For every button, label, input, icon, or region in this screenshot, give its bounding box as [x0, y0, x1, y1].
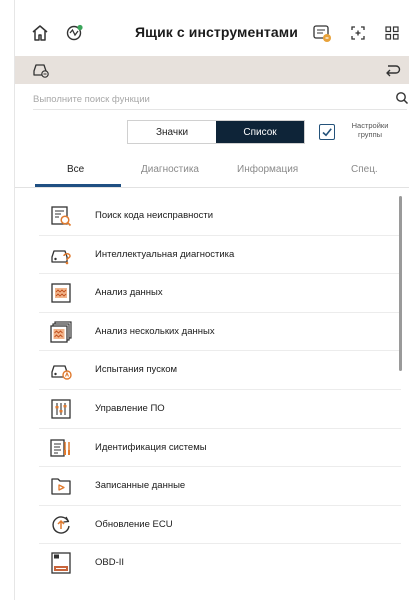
home-icon[interactable]	[29, 22, 51, 44]
group-settings-label: Настройки группы	[351, 121, 389, 139]
obd2-icon	[49, 551, 73, 575]
view-toggle: Значки Список	[127, 120, 305, 144]
data-analysis-icon	[49, 281, 73, 305]
list-item-label: Идентификация системы	[95, 441, 207, 453]
ecu-update-icon	[49, 513, 73, 537]
screenshot-icon[interactable]	[347, 22, 369, 44]
software-management-icon	[49, 397, 73, 421]
return-icon[interactable]	[383, 61, 401, 79]
list-item-ecu-update[interactable]: Обновление ECU	[39, 506, 401, 545]
dtc-search-icon	[49, 204, 73, 228]
obd-device-icon[interactable]	[311, 22, 333, 44]
list-item-system-identification[interactable]: Идентификация системы	[39, 429, 401, 468]
list-item-multi-data-analysis[interactable]: Анализ нескольких данных	[39, 313, 401, 352]
apps-grid-icon[interactable]	[381, 22, 403, 44]
vehicle-bar	[15, 56, 409, 84]
car-settings-icon[interactable]	[31, 60, 51, 80]
tab-all[interactable]: Все	[67, 164, 84, 175]
list-item-label: Обновление ECU	[95, 518, 173, 530]
list-item-label: Управление ПО	[95, 402, 165, 414]
tab-information[interactable]: Информация	[237, 164, 298, 175]
list-item-label: Анализ данных	[95, 287, 163, 299]
list-item-label: Анализ нескольких данных	[95, 325, 215, 337]
header-bar: Ящик с инструментами	[15, 14, 409, 54]
list-item-software-management[interactable]: Управление ПО	[39, 390, 401, 429]
list-item-dtc-search[interactable]: Поиск кода неисправности	[39, 197, 401, 236]
search-bar	[33, 88, 409, 110]
list-item-actuation-test[interactable]: Испытания пуском	[39, 351, 401, 390]
group-settings-checkbox[interactable]	[319, 124, 335, 140]
list-item-smart-diagnosis[interactable]: Интеллектуальная диагностика	[39, 236, 401, 275]
checkmark-icon	[322, 128, 332, 137]
search-input[interactable]	[33, 90, 373, 108]
tab-diagnostics[interactable]: Диагностика	[141, 164, 199, 175]
list-item-data-analysis[interactable]: Анализ данных	[39, 274, 401, 313]
function-list: Поиск кода неисправности Интеллектуальна…	[39, 197, 401, 583]
page-title: Ящик с инструментами	[135, 24, 298, 40]
list-item-recorded-data[interactable]: Записанные данные	[39, 467, 401, 506]
toolbox-screen: Ящик с инструментами Значки Список Наст	[14, 0, 409, 600]
icons-view-button[interactable]: Значки	[128, 121, 216, 143]
list-item-label: OBD-II	[95, 557, 125, 569]
vci-icon[interactable]	[63, 22, 85, 44]
multi-data-analysis-icon	[49, 320, 73, 344]
tab-special[interactable]: Спец.	[351, 164, 378, 175]
search-icon[interactable]	[395, 91, 409, 105]
recorded-data-icon	[49, 474, 73, 498]
system-identification-icon	[49, 436, 73, 460]
list-item-label: Записанные данные	[95, 480, 186, 492]
list-item-label: Интеллектуальная диагностика	[95, 248, 235, 260]
list-item-label: Испытания пуском	[95, 364, 178, 376]
smart-diagnosis-icon	[49, 243, 73, 267]
active-tab-indicator	[35, 184, 121, 187]
list-item-obd2[interactable]: OBD-II	[39, 544, 401, 583]
list-item-label: Поиск кода неисправности	[95, 210, 214, 221]
list-scrollbar[interactable]	[399, 196, 402, 371]
actuation-test-icon	[49, 358, 73, 382]
list-view-button[interactable]: Список	[216, 121, 304, 143]
